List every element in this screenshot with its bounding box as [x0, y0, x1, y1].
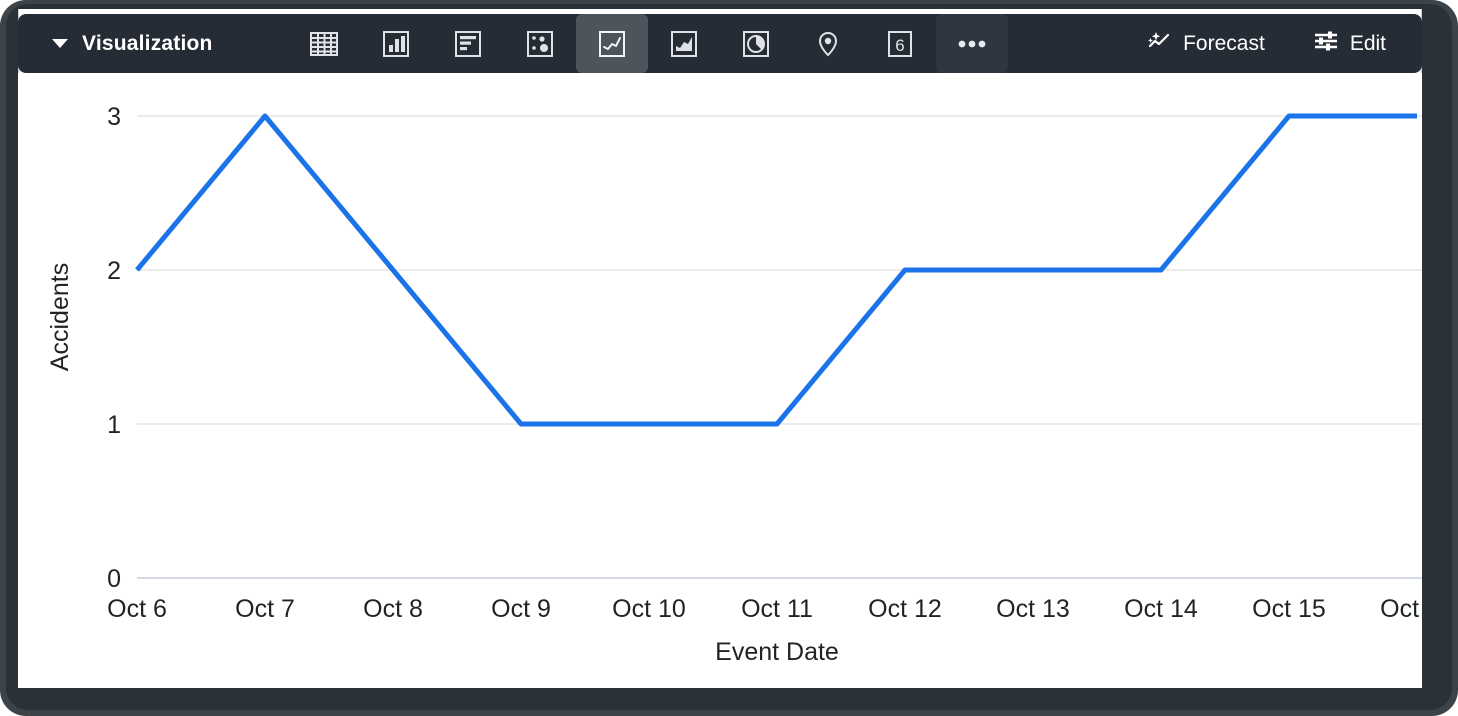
visualization-title: Visualization: [82, 31, 213, 55]
y-axis-tick-label: 0: [107, 565, 121, 593]
x-axis-tick-label: Oct 6: [107, 595, 167, 623]
y-axis-tick-label: 3: [107, 103, 121, 131]
sliders-icon: [1313, 29, 1339, 59]
chart-type-line-button[interactable]: [576, 14, 648, 73]
x-axis-tick-label: Oct 9: [491, 595, 551, 623]
more-chart-types-button[interactable]: [936, 14, 1008, 73]
edit-label: Edit: [1349, 31, 1386, 55]
chart-container: 0 1 2 3 Oct 6 Oct 7 Oct 8 Oct 9 Oct 10 Oct 11 Oct …: [18, 73, 1422, 688]
y-axis-title: Accidents: [46, 263, 74, 371]
pie-chart-icon: [741, 29, 771, 59]
chevron-down-icon[interactable]: [52, 39, 68, 48]
number-icon: 6: [885, 29, 915, 59]
x-axis-tick-label: Oct 13: [996, 595, 1070, 623]
visualization-toolbar: Visualization 6 Forecast Edit: [18, 14, 1422, 73]
x-axis-tick-label: Oct 7: [235, 595, 295, 623]
scatter-plot-icon: [525, 29, 555, 59]
x-axis-tick-label: Oct 14: [1124, 595, 1198, 623]
svg-text:6: 6: [895, 36, 904, 55]
bar-chart-icon: [381, 29, 411, 59]
chart-type-table-button[interactable]: [288, 14, 360, 73]
toolbar-actions: Forecast Edit: [1142, 14, 1422, 73]
x-axis-tick-label: Oct 11: [741, 595, 813, 623]
y-axis-tick-label: 2: [107, 257, 121, 285]
chart-type-buttons: 6: [288, 14, 1008, 73]
x-axis-tick-label: Oct 8: [363, 595, 423, 623]
chart-type-bar-button[interactable]: [432, 14, 504, 73]
chart-type-map-button[interactable]: [792, 14, 864, 73]
table-icon: [309, 29, 339, 59]
chart-type-area-button[interactable]: [648, 14, 720, 73]
chart-type-scatter-button[interactable]: [504, 14, 576, 73]
x-axis-tick-label: Oct 10: [612, 595, 686, 623]
horizontal-bar-icon: [453, 29, 483, 59]
line-chart[interactable]: 0 1 2 3 Oct 6 Oct 7 Oct 8 Oct 9 Oct 10 Oct 11 Oct …: [18, 73, 1422, 688]
area-chart-icon: [669, 29, 699, 59]
x-axis-tick-label: Oct 16: [1380, 595, 1422, 623]
forecast-button[interactable]: Forecast: [1142, 14, 1269, 73]
line-chart-icon: [597, 29, 627, 59]
chart-type-number-button[interactable]: 6: [864, 14, 936, 73]
ellipsis-icon: [956, 38, 988, 50]
edit-button[interactable]: Edit: [1309, 14, 1390, 73]
x-axis-title: Event Date: [715, 638, 839, 666]
chart-type-pie-button[interactable]: [720, 14, 792, 73]
chart-type-column-button[interactable]: [360, 14, 432, 73]
map-pin-icon: [813, 29, 843, 59]
forecast-label: Forecast: [1183, 31, 1265, 55]
screenshot-root: Visualization 6 Forecast Edit 0 1 2 3 Oc…: [0, 0, 1458, 716]
sparkle-trend-icon: [1146, 29, 1172, 59]
x-axis-tick-label: Oct 15: [1252, 595, 1326, 623]
x-axis-tick-label: Oct 12: [868, 595, 942, 623]
y-axis-tick-label: 1: [107, 411, 121, 439]
visualization-menu[interactable]: Visualization: [18, 32, 288, 56]
